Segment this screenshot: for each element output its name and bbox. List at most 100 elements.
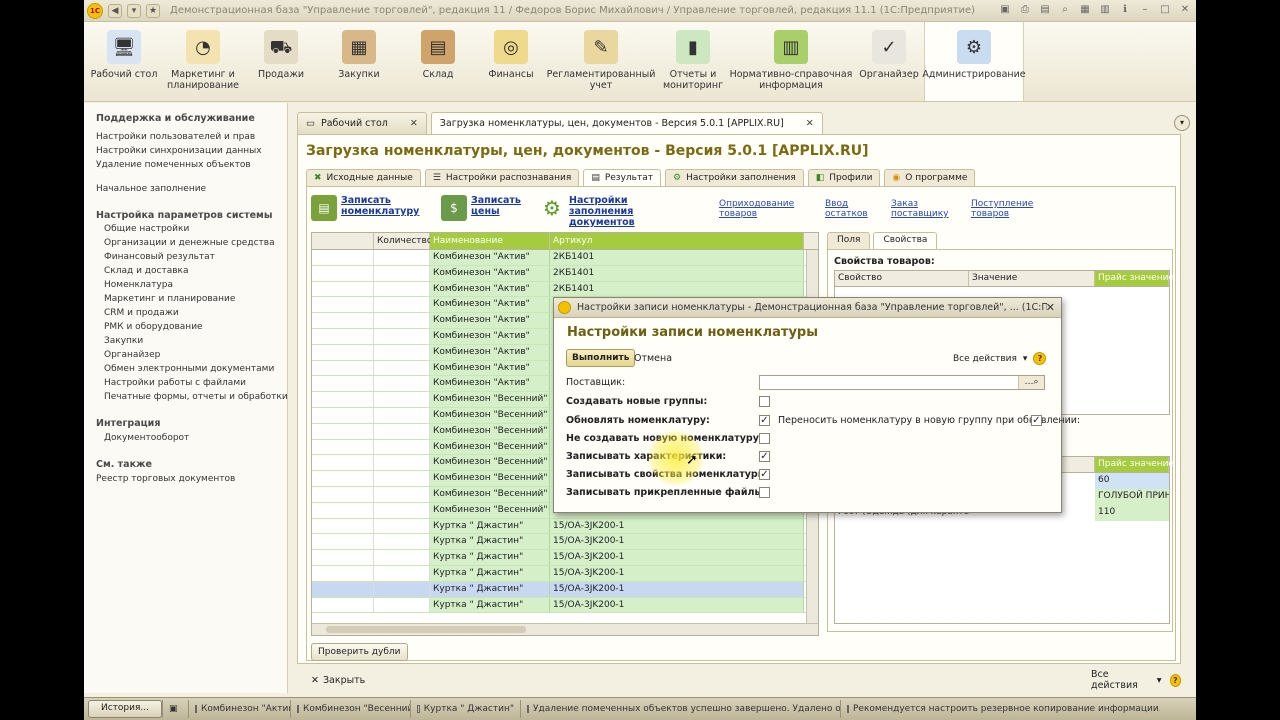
supplier-input[interactable]: …⌕	[759, 375, 1045, 390]
table-cell[interactable]	[374, 518, 430, 534]
no-new-items-checkbox[interactable]	[759, 433, 770, 444]
link-receipt[interactable]: Поступление товаров	[971, 199, 1033, 219]
window-item[interactable]: Куртка " Джастин"	[410, 700, 520, 718]
nav-item[interactable]: Общие настройки	[96, 224, 287, 234]
table-cell[interactable]: 60	[1095, 473, 1169, 489]
window-item[interactable]: Рекомендуется настроить резервное копиро…	[840, 700, 1160, 718]
table-cell[interactable]	[374, 550, 430, 565]
nav-item[interactable]: Маркетинг и планирование	[96, 294, 287, 304]
table-cell[interactable]	[312, 392, 374, 407]
tab-recognition[interactable]: ☰ Настройки распознавания	[424, 169, 580, 186]
history-button[interactable]: История...	[88, 700, 162, 718]
table-cell[interactable]: 110	[1095, 505, 1169, 521]
tab-properties[interactable]: Свойства	[873, 232, 938, 249]
nav-item[interactable]: Настройки пользователей и прав	[96, 132, 287, 142]
table-cell[interactable]: 15/ОА-3JK200-1	[550, 550, 804, 565]
column-header[interactable]: Значение	[969, 271, 1095, 286]
column-header[interactable]: Прайс значение	[1095, 271, 1174, 286]
table-cell[interactable]	[374, 265, 430, 281]
section-nsi[interactable]: ▥ Нормативно-справочная информация	[728, 22, 854, 101]
table-cell[interactable]	[374, 392, 430, 407]
tab-fill-settings[interactable]: ⚙ Настройки заполнения	[664, 169, 804, 186]
table-cell[interactable]	[374, 344, 430, 360]
close-tab-icon[interactable]: ✕	[410, 118, 418, 129]
table-cell[interactable]	[374, 439, 430, 455]
calendar-icon[interactable]: ▥	[1098, 3, 1112, 17]
table-cell[interactable]	[312, 423, 374, 439]
table-cell[interactable]	[312, 360, 374, 376]
move-group-checkbox[interactable]: ✓	[1031, 415, 1042, 426]
table-cell[interactable]: Куртка " Джастин"	[430, 597, 550, 613]
table-cell[interactable]	[312, 328, 374, 344]
section-reports[interactable]: ▮ Отчеты и мониторинг	[658, 22, 728, 101]
table-cell[interactable]	[374, 407, 430, 423]
table-cell[interactable]: Комбинезон "Весенний"	[430, 486, 550, 502]
section-desktop[interactable]: 🖥 Рабочий стол	[84, 22, 164, 101]
table-row[interactable]: Комбинезон "Актив" 2КБ1401	[312, 281, 818, 298]
close-icon[interactable]: ✕	[1178, 3, 1192, 17]
table-cell[interactable]: Комбинезон "Весенний"	[430, 423, 550, 439]
table-cell[interactable]	[374, 471, 430, 486]
table-cell[interactable]	[312, 534, 374, 550]
section-marketing[interactable]: ◔ Маркетинг и планирование	[164, 22, 242, 101]
table-row[interactable]: Куртка " Джастин" 15/ОА-3JK200-1	[312, 581, 818, 598]
column-header[interactable]: Количество	[374, 233, 432, 249]
table-cell[interactable]	[374, 376, 430, 392]
nav-item[interactable]: Финансовый результат	[96, 252, 287, 262]
table-cell[interactable]	[312, 597, 374, 613]
table-cell[interactable]: ГОЛУБОЙ ПРИН	[1095, 489, 1169, 505]
column-header[interactable]: Наименование	[430, 233, 550, 249]
write-characteristics-checkbox[interactable]: ✓	[759, 451, 770, 462]
minimize-icon[interactable]: –	[1138, 3, 1152, 17]
table-cell[interactable]: Куртка " Джастин"	[430, 550, 550, 565]
section-sales[interactable]: ⛟ Продажи	[242, 22, 320, 101]
horizontal-scrollbar[interactable]	[312, 623, 818, 635]
table-cell[interactable]: Куртка " Джастин"	[430, 518, 550, 534]
calc-icon[interactable]: ▦	[1078, 3, 1092, 17]
tab-about[interactable]: ◉ О программе	[884, 169, 976, 186]
window-item[interactable]: Комбинезон "Актив"	[188, 700, 290, 718]
table-cell[interactable]: Комбинезон "Актив"	[430, 281, 550, 297]
section-organizer[interactable]: ✓ Органайзер	[854, 22, 924, 101]
close-form-button[interactable]: ✕ Закрыть	[311, 675, 365, 686]
table-cell[interactable]: Комбинезон "Актив"	[430, 313, 550, 328]
preview-icon[interactable]: ▤	[1038, 3, 1052, 17]
table-cell[interactable]: 2КБ1401	[550, 281, 804, 297]
close-dialog-icon[interactable]: ✕	[1046, 301, 1055, 314]
table-cell[interactable]: Куртка " Джастин"	[430, 581, 550, 597]
back-icon[interactable]: ◀	[108, 3, 122, 18]
maximize-icon[interactable]: □	[1158, 3, 1172, 17]
table-row[interactable]: Куртка " Джастин" 15/ОА-3JK200-1	[312, 534, 818, 551]
link-balance[interactable]: Ввод остатков	[825, 199, 875, 219]
scroll-thumb[interactable]	[326, 626, 526, 633]
table-cell[interactable]	[312, 455, 374, 471]
table-row[interactable]: Куртка " Джастин" 15/ОА-3JK200-1	[312, 597, 818, 614]
table-cell[interactable]: Комбинезон "Актив"	[430, 265, 550, 281]
table-cell[interactable]	[312, 313, 374, 328]
nav-item[interactable]: Организации и денежные средства	[96, 238, 287, 248]
info-icon[interactable]: ℹ	[1118, 3, 1132, 17]
table-row[interactable]: Куртка " Джастин" 15/ОА-3JK200-1	[312, 565, 818, 582]
nav-item[interactable]: Закупки	[96, 336, 287, 346]
table-row[interactable]: Комбинезон "Актив" 2КБ1401	[312, 250, 818, 266]
nav-item[interactable]: Реестр торговых документов	[96, 474, 287, 484]
nav-item[interactable]: Органайзер	[96, 350, 287, 360]
write-properties-checkbox[interactable]: ✓	[759, 469, 770, 480]
table-cell[interactable]	[312, 297, 374, 313]
nav-item[interactable]: Документооборот	[96, 433, 287, 443]
help-icon[interactable]: ?	[1169, 673, 1181, 687]
write-prices-button[interactable]: $ Записать цены	[441, 195, 521, 221]
table-cell[interactable]: 2КБ1401	[550, 250, 804, 265]
table-cell[interactable]	[312, 581, 374, 597]
table-cell[interactable]	[374, 328, 430, 344]
table-cell[interactable]	[374, 455, 430, 471]
table-cell[interactable]	[312, 565, 374, 581]
table-cell[interactable]	[374, 250, 430, 265]
table-cell[interactable]	[312, 407, 374, 423]
cancel-button[interactable]: Отмена	[634, 353, 672, 364]
table-cell[interactable]: 15/ОА-3JK200-1	[550, 518, 804, 534]
table-cell[interactable]	[312, 376, 374, 392]
table-cell[interactable]	[312, 550, 374, 565]
table-row[interactable]: Куртка " Джастин" 15/ОА-3JK200-1	[312, 518, 818, 535]
column-header[interactable]	[312, 233, 374, 249]
